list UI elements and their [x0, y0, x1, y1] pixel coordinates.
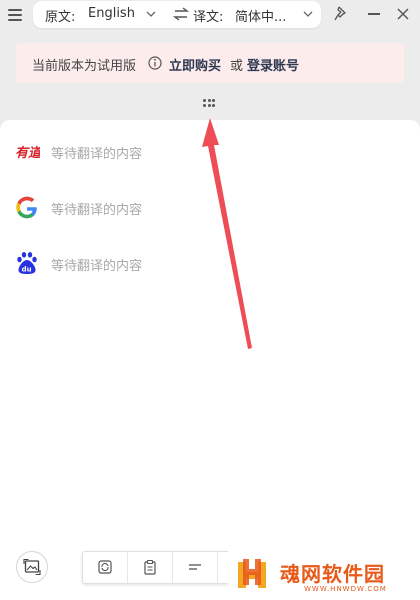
- target-language-select[interactable]: 简体中...: [235, 6, 286, 25]
- result-row-baidu[interactable]: du 等待翻译的内容: [0, 245, 420, 281]
- buy-now-link[interactable]: 立即购买: [169, 55, 221, 74]
- watermark-logo-icon: [238, 559, 266, 588]
- text-lines-icon: [189, 564, 201, 570]
- info-icon[interactable]: [148, 56, 162, 70]
- close-icon[interactable]: [396, 7, 410, 21]
- result-row-google[interactable]: 等待翻译的内容: [0, 189, 420, 225]
- minimize-icon[interactable]: [368, 13, 380, 15]
- result-placeholder: 等待翻译的内容: [51, 203, 143, 218]
- target-language-label: 译文:: [193, 10, 224, 25]
- format-button[interactable]: [173, 552, 218, 583]
- clipboard-icon: [144, 559, 156, 575]
- chevron-down-icon[interactable]: [303, 9, 313, 19]
- result-placeholder: 等待翻译的内容: [51, 259, 143, 274]
- svg-text:有道: 有道: [15, 145, 40, 161]
- swap-languages-icon[interactable]: [173, 7, 189, 21]
- screenshot-translate-button[interactable]: [16, 551, 48, 583]
- chevron-down-icon[interactable]: [146, 9, 156, 19]
- pin-icon[interactable]: [332, 5, 350, 23]
- translation-results-panel: 有道 等待翻译的内容 等待翻译的内容 du 等待翻译的内容: [0, 120, 420, 600]
- login-link[interactable]: 登录账号: [247, 55, 299, 74]
- watermark-url: WWW.HNWDW.COM: [304, 585, 387, 593]
- source-language-select[interactable]: English: [88, 6, 135, 21]
- google-logo-icon: [16, 196, 37, 219]
- result-placeholder: 等待翻译的内容: [51, 147, 143, 162]
- svg-text:du: du: [22, 266, 32, 274]
- trial-notice-text: 当前版本为试用版: [32, 59, 137, 74]
- menu-icon[interactable]: [6, 5, 26, 25]
- image-icon: [23, 558, 41, 576]
- watermark-name: 魂网软件园: [280, 562, 385, 586]
- drag-handle-icon[interactable]: [202, 98, 216, 108]
- baidu-logo-icon: du: [17, 252, 37, 274]
- or-text: 或: [230, 59, 244, 74]
- paste-button[interactable]: [128, 552, 173, 583]
- result-row-youdao[interactable]: 有道 等待翻译的内容: [0, 133, 420, 169]
- trial-notice: 当前版本为试用版 立即购买 或 登录账号: [16, 43, 404, 83]
- source-language-label: 原文:: [45, 10, 76, 25]
- youdao-logo-icon: 有道: [15, 145, 40, 161]
- title-bar: 原文: English 译文: 简体中...: [0, 0, 420, 30]
- retranslate-button[interactable]: [83, 552, 128, 583]
- refresh-icon: [98, 560, 112, 574]
- watermark: 魂网软件园 WWW.HNWDW.COM: [228, 548, 420, 600]
- language-selector: 原文: English 译文: 简体中...: [33, 1, 321, 28]
